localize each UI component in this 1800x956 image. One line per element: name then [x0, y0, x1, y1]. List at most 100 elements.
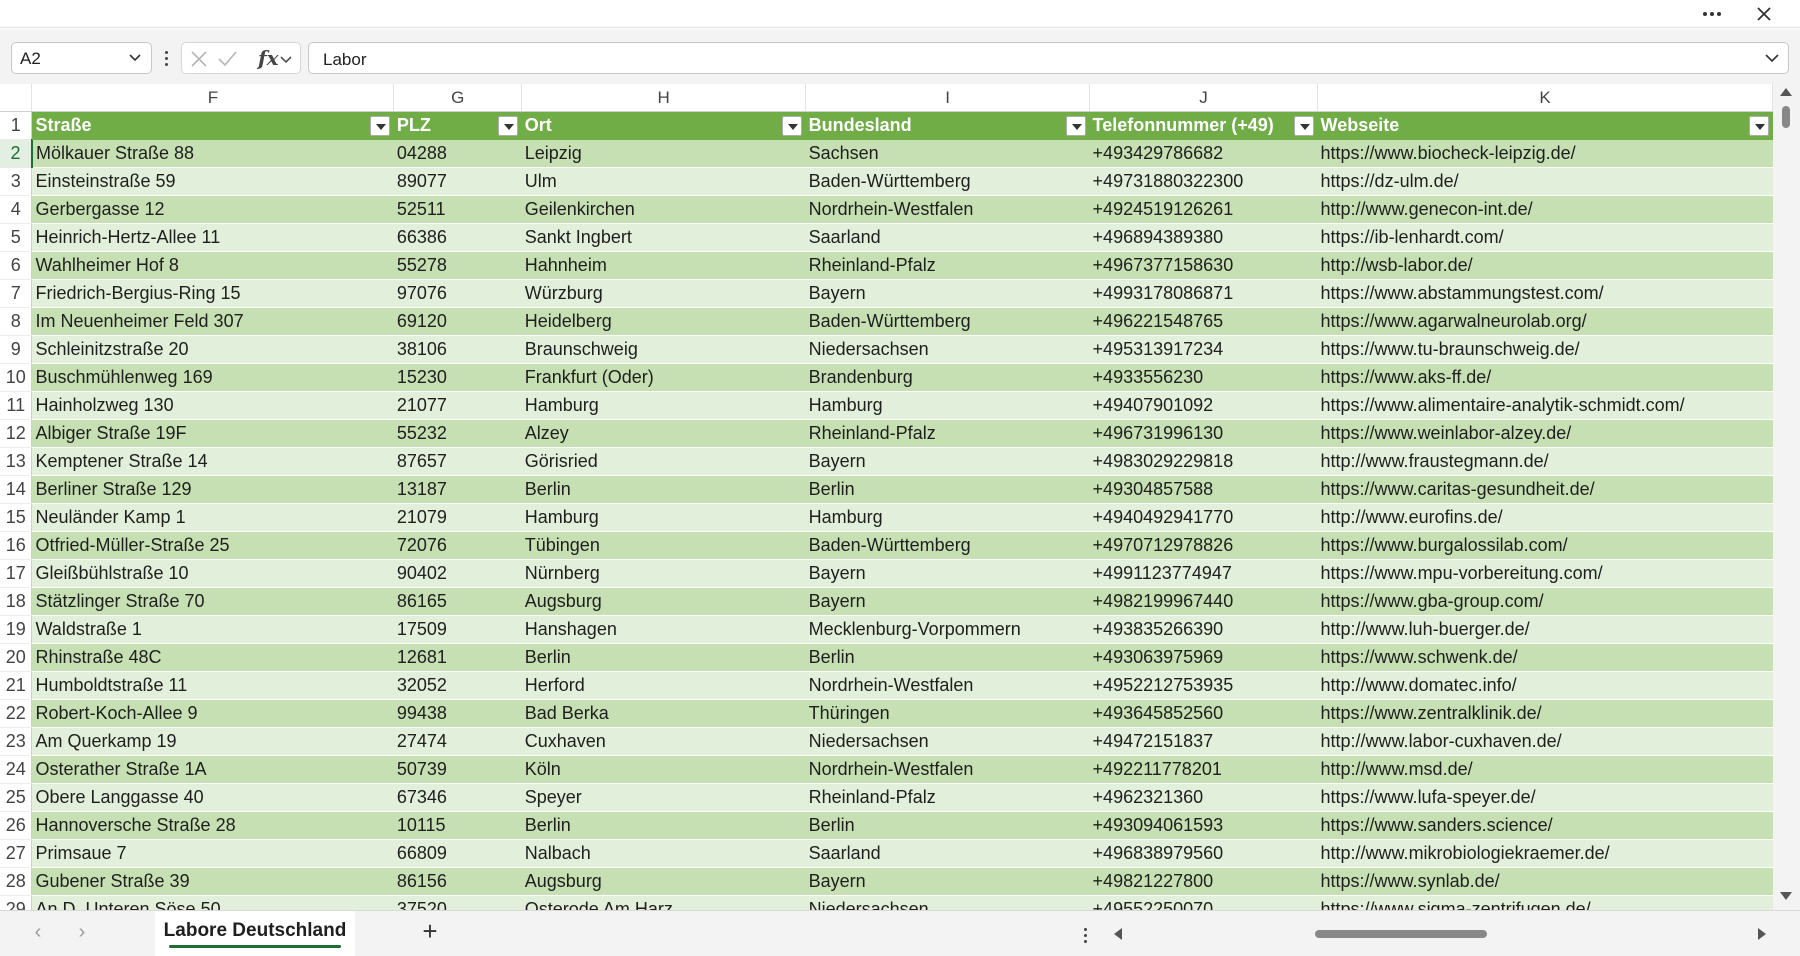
cell-strasse[interactable]: Einsteinstraße 59 — [31, 167, 394, 196]
cell-strasse[interactable]: Gleißbühlstraße 10 — [31, 559, 394, 588]
cell-strasse[interactable]: Schleinitzstraße 20 — [31, 335, 394, 364]
cell-bundesland[interactable]: Brandenburg — [805, 363, 1090, 392]
cell-bundesland[interactable]: Nordrhein-Westfalen — [805, 755, 1090, 784]
cell-ort[interactable]: Heidelberg — [521, 307, 806, 336]
scroll-up-icon[interactable] — [1780, 88, 1792, 96]
cell-plz[interactable]: 66386 — [393, 223, 522, 252]
cell-strasse[interactable]: Hainholzweg 130 — [31, 391, 394, 420]
row-header[interactable]: 17 — [0, 559, 33, 588]
cell-ort[interactable]: Berlin — [521, 643, 806, 672]
cell-ort[interactable]: Frankfurt (Oder) — [521, 363, 806, 392]
cell-ort[interactable]: Würzburg — [521, 279, 806, 308]
cell-plz[interactable]: 55232 — [393, 419, 522, 448]
cell-bundesland[interactable]: Bayern — [805, 559, 1090, 588]
filter-dropdown-icon[interactable] — [1065, 116, 1086, 136]
cell-plz[interactable]: 37520 — [393, 895, 522, 910]
cell-plz[interactable]: 04288 — [393, 139, 522, 168]
cell-telefon[interactable]: +493835266390 — [1089, 615, 1318, 644]
cell-plz[interactable]: 90402 — [393, 559, 522, 588]
cell-plz[interactable]: 21077 — [393, 391, 522, 420]
cell-strasse[interactable]: Buschmühlenweg 169 — [31, 363, 394, 392]
cell-strasse[interactable]: Gubener Straße 39 — [31, 867, 394, 896]
cell-ort[interactable]: Berlin — [521, 811, 806, 840]
cell-bundesland[interactable]: Hamburg — [805, 503, 1090, 532]
cell-plz[interactable]: 66809 — [393, 839, 522, 868]
cell-bundesland[interactable]: Niedersachsen — [805, 895, 1090, 910]
header-cell-bundesland[interactable]: Bundesland — [805, 111, 1090, 140]
cell-bundesland[interactable]: Rheinland-Pfalz — [805, 783, 1090, 812]
cell-strasse[interactable]: Heinrich-Hertz-Allee 11 — [31, 223, 394, 252]
cell-bundesland[interactable]: Baden-Württemberg — [805, 167, 1090, 196]
filter-dropdown-icon[interactable] — [497, 116, 518, 136]
cell-strasse[interactable]: Stätzlinger Straße 70 — [31, 587, 394, 616]
cell-bundesland[interactable]: Niedersachsen — [805, 727, 1090, 756]
cell-webseite[interactable]: https://www.agarwalneurolab.org/ — [1317, 307, 1773, 336]
filter-dropdown-icon[interactable] — [1748, 116, 1769, 136]
cell-webseite[interactable]: https://www.abstammungstest.com/ — [1317, 279, 1773, 308]
cell-ort[interactable]: Görisried — [521, 447, 806, 476]
cell-bundesland[interactable]: Rheinland-Pfalz — [805, 419, 1090, 448]
row-header[interactable]: 18 — [0, 587, 33, 616]
cell-ort[interactable]: Nürnberg — [521, 559, 806, 588]
row-header[interactable]: 5 — [0, 223, 33, 252]
cell-bundesland[interactable]: Baden-Württemberg — [805, 307, 1090, 336]
insert-function-icon[interactable]: fx — [258, 46, 279, 70]
cell-bundesland[interactable]: Bayern — [805, 279, 1090, 308]
cell-webseite[interactable]: http://www.luh-buerger.de/ — [1317, 615, 1773, 644]
cell-telefon[interactable]: +4962321360 — [1089, 783, 1318, 812]
row-header[interactable]: 13 — [0, 447, 33, 476]
cell-telefon[interactable]: +4982199967440 — [1089, 587, 1318, 616]
cell-plz[interactable]: 86156 — [393, 867, 522, 896]
cell-telefon[interactable]: +49407901092 — [1089, 391, 1318, 420]
cell-strasse[interactable]: Primsaue 7 — [31, 839, 394, 868]
filter-dropdown-icon[interactable] — [369, 116, 390, 136]
cell-telefon[interactable]: +495313917234 — [1089, 335, 1318, 364]
cell-telefon[interactable]: +49304857588 — [1089, 475, 1318, 504]
cell-webseite[interactable]: http://www.msd.de/ — [1317, 755, 1773, 784]
cell-webseite[interactable]: https://www.biocheck-leipzig.de/ — [1317, 139, 1773, 168]
cell-telefon[interactable]: +493645852560 — [1089, 699, 1318, 728]
row-header[interactable]: 23 — [0, 727, 33, 756]
cell-webseite[interactable]: http://www.genecon-int.de/ — [1317, 195, 1773, 224]
cell-plz[interactable]: 99438 — [393, 699, 522, 728]
next-sheet-icon[interactable]: › — [72, 922, 92, 943]
cell-telefon[interactable]: +493429786682 — [1089, 139, 1318, 168]
cell-webseite[interactable]: http://www.eurofins.de/ — [1317, 503, 1773, 532]
column-header-h[interactable]: H — [521, 84, 807, 112]
cell-bundesland[interactable]: Bayern — [805, 867, 1090, 896]
cell-bundesland[interactable]: Berlin — [805, 811, 1090, 840]
cell-strasse[interactable]: An D. Unteren Söse 50 — [31, 895, 394, 910]
cell-bundesland[interactable]: Bayern — [805, 447, 1090, 476]
cell-webseite[interactable]: https://www.tu-braunschweig.de/ — [1317, 335, 1773, 364]
row-header[interactable]: 12 — [0, 419, 33, 448]
row-header[interactable]: 7 — [0, 279, 33, 308]
column-header-f[interactable]: F — [31, 84, 395, 112]
cell-bundesland[interactable]: Saarland — [805, 223, 1090, 252]
cell-telefon[interactable]: +4983029229818 — [1089, 447, 1318, 476]
cell-strasse[interactable]: Otfried-Müller-Straße 25 — [31, 531, 394, 560]
cell-telefon[interactable]: +496221548765 — [1089, 307, 1318, 336]
cell-ort[interactable]: Osterode Am Harz — [521, 895, 806, 910]
cell-bundesland[interactable]: Hamburg — [805, 391, 1090, 420]
cell-ort[interactable]: Hahnheim — [521, 251, 806, 280]
cell-webseite[interactable]: https://www.aks-ff.de/ — [1317, 363, 1773, 392]
scroll-right-icon[interactable] — [1758, 928, 1766, 940]
cell-telefon[interactable]: +4970712978826 — [1089, 531, 1318, 560]
cell-telefon[interactable]: +493063975969 — [1089, 643, 1318, 672]
cell-telefon[interactable]: +492211778201 — [1089, 755, 1318, 784]
header-cell-strasse[interactable]: Straße — [31, 111, 394, 140]
cell-telefon[interactable]: +49731880322300 — [1089, 167, 1318, 196]
cell-bundesland[interactable]: Bayern — [805, 587, 1090, 616]
cell-webseite[interactable]: http://wsb-labor.de/ — [1317, 251, 1773, 280]
row-header[interactable]: 3 — [0, 167, 33, 196]
row-header[interactable]: 26 — [0, 811, 33, 840]
scroll-down-icon[interactable] — [1780, 892, 1792, 900]
cell-strasse[interactable]: Rhinstraße 48C — [31, 643, 394, 672]
cell-plz[interactable]: 15230 — [393, 363, 522, 392]
cancel-icon[interactable] — [188, 49, 210, 69]
cell-strasse[interactable]: Robert-Koch-Allee 9 — [31, 699, 394, 728]
cell-strasse[interactable]: Wahlheimer Hof 8 — [31, 251, 394, 280]
cell-bundesland[interactable]: Rheinland-Pfalz — [805, 251, 1090, 280]
cell-webseite[interactable]: https://www.alimentaire-analytik-schmidt… — [1317, 391, 1773, 420]
header-cell-webseite[interactable]: Webseite — [1317, 111, 1773, 140]
